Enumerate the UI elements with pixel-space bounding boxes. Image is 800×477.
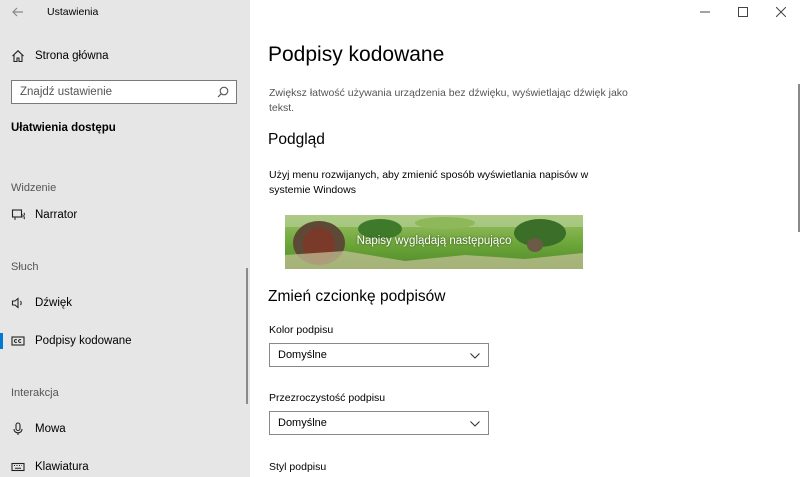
page-description: Zwiększ łatwość używania urządzenia bez … xyxy=(269,87,628,114)
sidebar-scrollbar[interactable] xyxy=(246,268,248,404)
caption-preview-image: Napisy wyglądają następująco xyxy=(285,215,583,269)
narrator-icon xyxy=(10,207,26,223)
title-bar: Ustawienia xyxy=(0,0,250,24)
sidebar-item-keyboard[interactable]: Klawiatura xyxy=(0,455,250,477)
section-heading-interaction: Interakcja xyxy=(11,387,59,399)
section-title-font: Zmień czcionkę podpisów xyxy=(268,288,446,305)
sidebar-item-label: Dźwięk xyxy=(35,297,73,309)
sidebar-item-label: Podpisy kodowane xyxy=(35,335,132,347)
preview-instructions: Użyj menu rozwijanych, aby zmienić sposó… xyxy=(269,169,589,196)
maximize-button[interactable] xyxy=(724,0,762,24)
maximize-icon xyxy=(738,7,748,17)
caption-style-label: Styl podpisu xyxy=(269,461,327,473)
dropdown-value: Domyślne xyxy=(278,349,327,361)
speaker-icon xyxy=(10,295,26,311)
sidebar-item-label: Klawiatura xyxy=(35,461,89,473)
sidebar: Ustawienia Strona główna Ułatwienia dost… xyxy=(0,0,250,477)
sidebar-item-captions[interactable]: Podpisy kodowane xyxy=(0,329,250,353)
home-icon xyxy=(10,48,26,64)
close-icon xyxy=(776,7,786,17)
microphone-icon xyxy=(10,421,26,437)
closed-captions-icon xyxy=(10,333,26,349)
sidebar-item-speech[interactable]: Mowa xyxy=(0,417,250,441)
search-input[interactable] xyxy=(12,81,202,103)
caption-transparency-dropdown[interactable]: Domyślne xyxy=(269,411,489,435)
section-title-preview: Podgląd xyxy=(268,131,325,148)
window-controls xyxy=(686,0,800,24)
caption-color-dropdown[interactable]: Domyślne xyxy=(269,343,489,367)
selection-indicator xyxy=(0,333,3,349)
back-button[interactable] xyxy=(8,3,28,21)
chevron-down-icon xyxy=(470,353,480,359)
dropdown-value: Domyślne xyxy=(278,417,327,429)
caption-color-label: Kolor podpisu xyxy=(269,324,334,336)
category-title: Ułatwienia dostępu xyxy=(11,122,116,134)
main-content: Podpisy kodowane Zwiększ łatwość używani… xyxy=(250,0,800,477)
section-heading-vision: Widzenie xyxy=(11,182,57,194)
minimize-icon xyxy=(700,11,710,13)
keyboard-icon xyxy=(10,459,26,475)
app-title: Ustawienia xyxy=(47,6,99,18)
sidebar-item-home[interactable]: Strona główna xyxy=(0,44,250,68)
sidebar-item-label: Strona główna xyxy=(35,50,109,62)
section-heading-hearing: Słuch xyxy=(11,261,39,273)
search-icon[interactable] xyxy=(216,85,230,99)
caption-transparency-label: Przezroczystość podpisu xyxy=(269,392,386,404)
preview-caption-text: Napisy wyglądają następująco xyxy=(356,235,512,247)
page-title: Podpisy kodowane xyxy=(268,43,445,66)
search-box[interactable] xyxy=(11,80,237,104)
sidebar-item-audio[interactable]: Dźwięk xyxy=(0,291,250,315)
back-arrow-icon xyxy=(12,7,23,17)
sidebar-item-label: Mowa xyxy=(35,423,66,435)
chevron-down-icon xyxy=(470,421,480,427)
sidebar-item-narrator[interactable]: Narrator xyxy=(0,203,250,227)
minimize-button[interactable] xyxy=(686,0,724,24)
close-button[interactable] xyxy=(762,0,800,24)
sidebar-item-label: Narrator xyxy=(35,209,78,221)
